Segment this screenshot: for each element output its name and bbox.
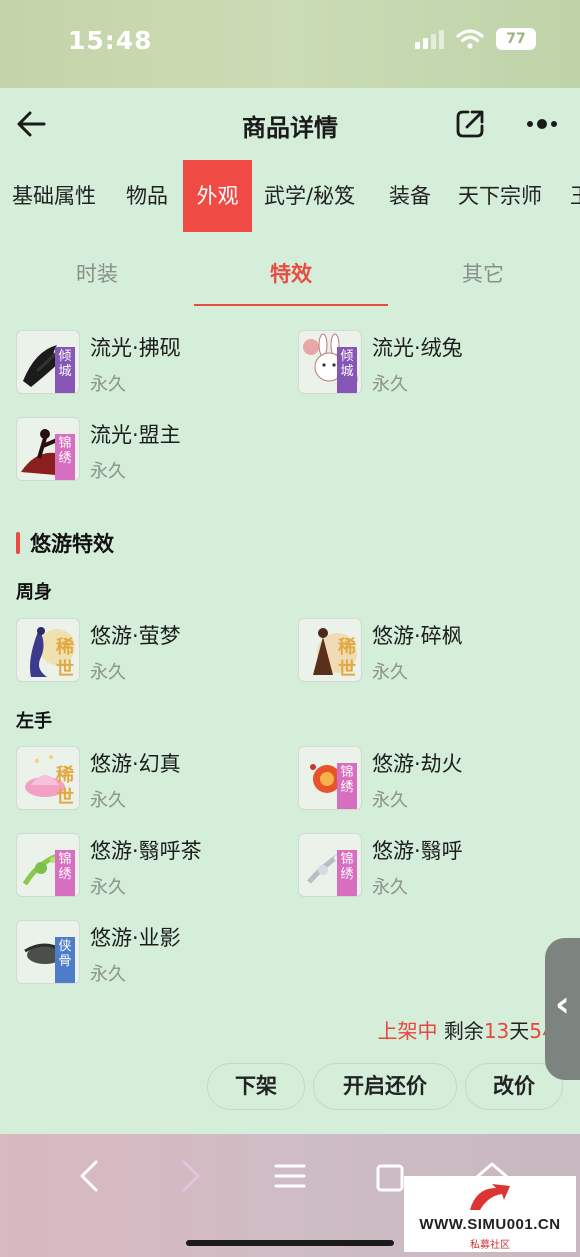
share-icon[interactable]	[454, 108, 486, 140]
section-title: 悠游特效	[30, 532, 114, 556]
item-thumbnail: 锦 绣	[16, 833, 80, 897]
tab-equipment[interactable]: 装备	[389, 160, 431, 232]
item-thumbnail: 锦 绣	[16, 417, 80, 481]
item-name: 悠游·翳呼	[372, 839, 463, 863]
watermark: WWW.SIMU001.CN 私募社区	[404, 1176, 576, 1252]
listing-state: 上架中	[377, 1019, 438, 1043]
item-name: 悠游·幻真	[90, 752, 181, 776]
sub-tab-bar: 时装 特效 其它	[0, 242, 580, 308]
effect-item[interactable]: 侠 骨 悠游·业影 永久	[16, 920, 276, 990]
take-down-button[interactable]: 下架	[207, 1063, 305, 1110]
wifi-icon	[456, 29, 484, 49]
rarity-badge: 锦 绣	[55, 850, 75, 896]
remaining-days: 13	[483, 1019, 510, 1043]
item-name: 悠游·业影	[90, 926, 181, 950]
effect-item[interactable]: 锦 绣 悠游·翳呼茶 永久	[16, 833, 276, 903]
item-duration: 永久	[90, 877, 126, 898]
effect-item[interactable]: 倾 城 流光·绒兔 永久	[298, 330, 558, 400]
item-name: 悠游·碎枫	[372, 624, 463, 648]
item-thumbnail: 稀 世	[298, 618, 362, 682]
item-thumbnail: 稀 世	[16, 746, 80, 810]
signal-icon	[415, 29, 444, 49]
subtab-effects[interactable]: 特效	[194, 258, 388, 288]
subtab-underline	[194, 304, 388, 306]
item-duration: 永久	[90, 374, 126, 395]
group-label-left-hand: 左手	[16, 711, 52, 732]
item-duration: 永久	[372, 374, 408, 395]
browser-forward-icon[interactable]	[170, 1156, 210, 1196]
rarity-badge: 锦 绣	[337, 763, 357, 809]
item-duration: 永久	[372, 877, 408, 898]
item-duration: 永久	[90, 662, 126, 683]
open-bargain-button[interactable]: 开启还价	[313, 1063, 457, 1110]
page-title: 商品详情	[242, 114, 338, 142]
rarity-badge: 稀 世	[56, 637, 74, 680]
listing-status: 上架中 剩余13天5小	[377, 1015, 562, 1044]
tab-martial-arts[interactable]: 武学/秘笈	[264, 160, 355, 232]
status-time: 15:48	[68, 26, 153, 55]
item-duration: 永久	[372, 662, 408, 683]
item-name: 流光·盟主	[90, 423, 181, 447]
item-duration: 永久	[90, 790, 126, 811]
effect-item[interactable]: 倾 城 流光·拂砚 永久	[16, 330, 276, 400]
watermark-subtitle: 私募社区	[470, 1240, 510, 1251]
nav-header: 商品详情	[0, 88, 580, 160]
watermark-logo	[470, 1184, 510, 1210]
item-name: 悠游·萤梦	[90, 624, 181, 648]
item-thumbnail: 倾 城	[298, 330, 362, 394]
item-thumbnail: 倾 城	[16, 330, 80, 394]
tab-appearance[interactable]: 外观	[183, 160, 252, 232]
chevron-left-icon: ‹	[555, 984, 570, 1025]
item-name: 流光·拂砚	[90, 336, 181, 360]
item-thumbnail: 锦 绣	[298, 833, 362, 897]
watermark-site: WWW.SIMU001.CN	[419, 1216, 561, 1233]
item-duration: 永久	[90, 964, 126, 985]
subtab-fashion[interactable]: 时装	[0, 258, 194, 288]
tab-basic-attributes[interactable]: 基础属性	[12, 160, 96, 232]
effect-item[interactable]: 稀 世 悠游·幻真 永久	[16, 746, 276, 816]
rarity-badge: 侠 骨	[55, 937, 75, 983]
item-thumbnail: 侠 骨	[16, 920, 80, 984]
tab-grandmaster[interactable]: 天下宗师	[458, 160, 542, 232]
subtab-other[interactable]: 其它	[386, 258, 580, 288]
effect-item[interactable]: 锦 绣 悠游·劫火 永久	[298, 746, 558, 816]
effect-item[interactable]: 锦 绣 悠游·翳呼 永久	[298, 833, 558, 903]
browser-menu-icon[interactable]	[270, 1156, 310, 1196]
item-thumbnail: 锦 绣	[298, 746, 362, 810]
effect-item[interactable]: 稀 世 悠游·萤梦 永久	[16, 618, 276, 688]
item-duration: 永久	[372, 790, 408, 811]
more-icon[interactable]	[524, 116, 560, 132]
tab-items[interactable]: 物品	[126, 160, 168, 232]
rarity-badge: 稀 世	[56, 765, 74, 808]
rarity-badge: 锦 绣	[55, 434, 75, 480]
status-icons: 77	[415, 28, 536, 50]
group-label-body: 周身	[16, 582, 52, 603]
item-duration: 永久	[90, 461, 126, 482]
battery-icon: 77	[496, 28, 536, 50]
item-name: 悠游·翳呼茶	[90, 839, 202, 863]
rarity-badge: 倾 城	[55, 347, 75, 393]
days-unit: 天	[509, 1019, 530, 1043]
rarity-badge: 稀 世	[338, 637, 356, 680]
effect-item[interactable]: 稀 世 悠游·碎枫 永久	[298, 618, 558, 688]
effect-item[interactable]: 锦 绣 流光·盟主 永久	[16, 417, 276, 487]
browser-back-icon[interactable]	[70, 1156, 110, 1196]
status-bar: 15:48 77	[0, 0, 580, 88]
item-name: 悠游·劫火	[372, 752, 463, 776]
main-tab-bar: 基础属性 物品 外观 武学/秘笈 装备 天下宗师 王	[0, 160, 580, 234]
remaining-label: 剩余	[443, 1019, 484, 1043]
item-thumbnail: 稀 世	[16, 618, 80, 682]
home-indicator	[186, 1240, 394, 1246]
rarity-badge: 锦 绣	[337, 850, 357, 896]
tab-king[interactable]: 王	[570, 160, 580, 232]
rarity-badge: 倾 城	[337, 347, 357, 393]
item-name: 流光·绒兔	[372, 336, 463, 360]
side-drawer-handle[interactable]: ‹	[545, 938, 580, 1080]
